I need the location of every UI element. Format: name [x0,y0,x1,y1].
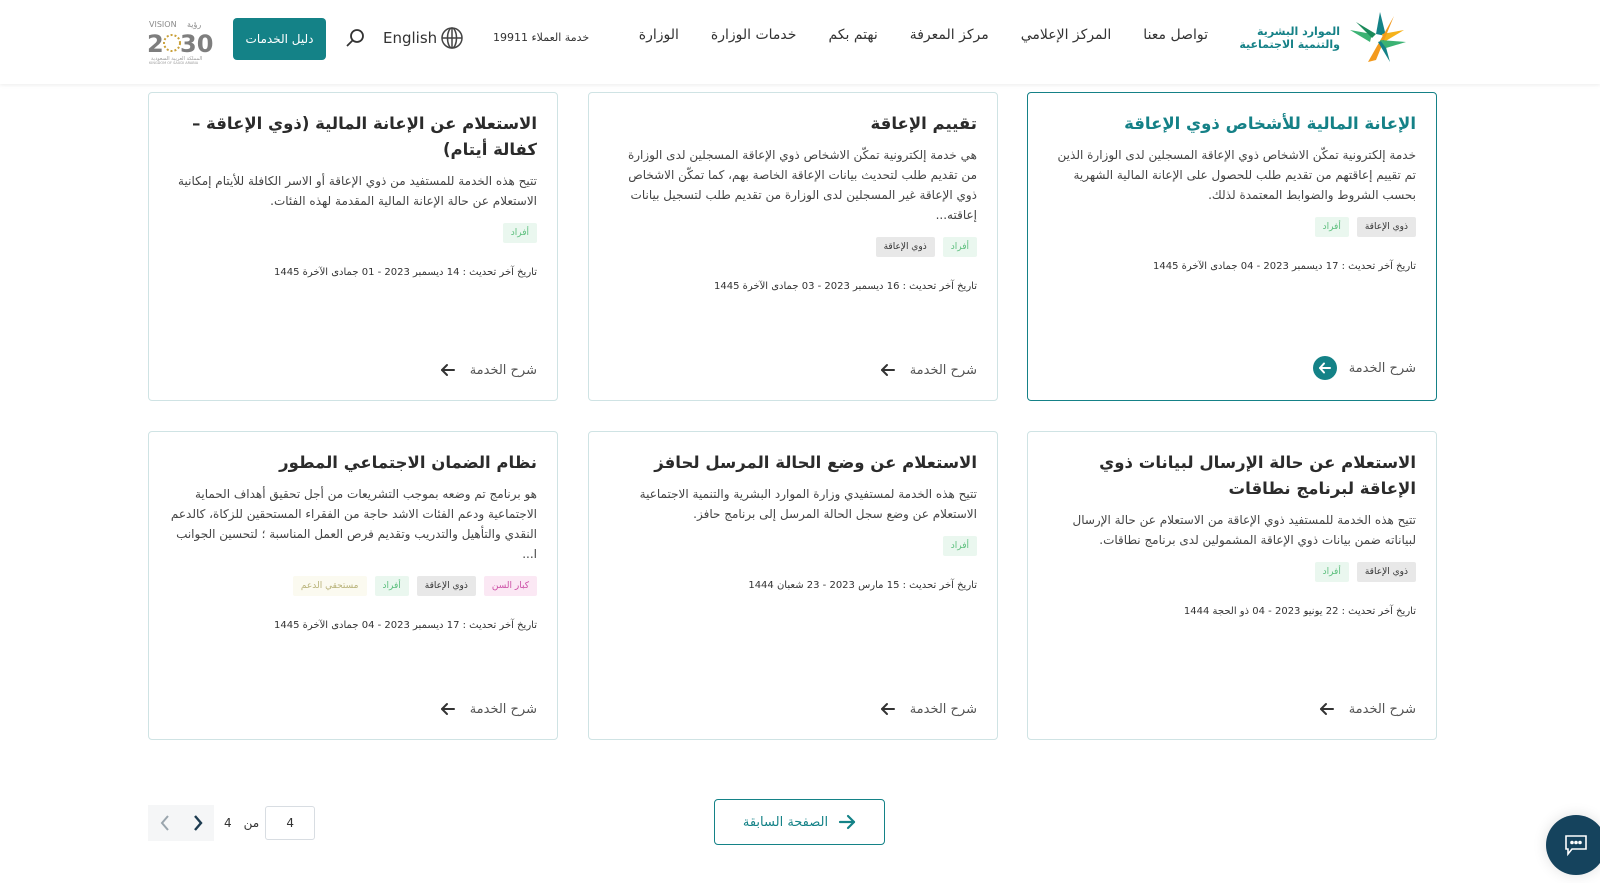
site-header: الموارد البشرية والتنمية الاجتماعية الوز… [0,0,1600,84]
service-title[interactable]: الاستعلام عن وضع الحالة المرسل لحافز [609,450,977,476]
service-title[interactable]: نظام الضمان الاجتماعي المطور [169,450,537,476]
nav-item-media-center[interactable]: المركز الإعلامي [1021,27,1112,43]
last-updated-date: تاريخ آخر تحديث : 14 ديسمبر 2023 - 01 جم… [274,267,537,278]
service-card[interactable]: تقييم الإعاقة هي خدمة إلكترونية تمكّن ال… [588,92,998,401]
category-tag: أفراد [1314,562,1349,582]
category-tag: أفراد [942,536,977,556]
service-title[interactable]: الاستعلام عن الإعانة المالية (ذوي الإعاق… [169,111,537,163]
service-title[interactable]: تقييم الإعاقة [609,111,977,137]
service-title[interactable]: الإعانة المالية للأشخاص ذوي الإعاقة [1048,111,1416,137]
service-card[interactable]: الاستعلام عن الإعانة المالية (ذوي الإعاق… [148,92,558,401]
last-updated-date: تاريخ آخر تحديث : 22 يونيو 2023 - 04 ذو … [1183,606,1416,617]
service-card[interactable]: الاستعلام عن وضع الحالة المرسل لحافز تتي… [588,431,998,740]
of-label: من [243,816,260,830]
nav-item-ministry[interactable]: الوزارة [639,27,679,43]
last-updated-date: تاريخ آخر تحديث : 15 مارس 2023 - 23 شعبا… [748,580,977,591]
pager-forward-button[interactable] [181,805,214,841]
svg-text:30: 30 [180,30,213,58]
last-updated-date: تاريخ آخر تحديث : 17 ديسمبر 2023 - 04 جم… [274,620,537,631]
svg-text:رؤية: رؤية [187,20,201,29]
nav-item-contact-us[interactable]: تواصل معنا [1143,27,1208,43]
arrow-left-icon [878,699,898,719]
service-details-link[interactable]: شرح الخدمة [438,699,537,719]
service-details-link[interactable]: شرح الخدمة [1317,699,1416,719]
services-guide-button[interactable]: دليل الخدمات [233,18,326,60]
service-description: تتيح هذه الخدمة للمستفيد ذوي الإعاقة من … [1072,513,1416,547]
service-details-label: شرح الخدمة [909,362,977,378]
service-details-link[interactable]: شرح الخدمة [878,699,977,719]
service-title[interactable]: الاستعلام عن حالة الإرسال لبيانات ذوي ال… [1048,450,1416,502]
pager-back-button[interactable] [148,805,181,841]
page-number-input[interactable] [265,806,316,840]
arrow-left-icon [878,360,898,380]
service-details-label: شرح الخدمة [1348,701,1416,717]
logo-line-1: الموارد البشرية [1257,25,1340,38]
service-card[interactable]: الإعانة المالية للأشخاص ذوي الإعاقة خدمة… [1027,92,1437,401]
tag-list: أفراد [169,223,537,243]
service-details-link[interactable]: شرح الخدمة [1312,356,1416,380]
globe-icon [441,27,463,49]
ministry-star-icon [1350,12,1406,62]
category-tag: أفراد [502,223,537,243]
main-nav: الوزارة خدمات الوزارة نهتم بكم مركز المع… [639,27,1208,43]
chat-button[interactable] [1546,815,1600,875]
ministry-logo[interactable]: الموارد البشرية والتنمية الاجتماعية [1239,12,1408,64]
category-tag: ذوي الإعاقة [1356,562,1416,582]
pagination: 4 من [148,805,316,841]
service-details-label: شرح الخدمة [469,701,537,717]
category-tag: ذوي الإعاقة [875,237,935,257]
service-description: هي خدمة إلكترونية تمكّن الاشخاص ذوي الإع… [627,148,977,222]
service-details-label: شرح الخدمة [909,701,977,717]
category-tag: أفراد [374,576,409,596]
total-pages: 4 [224,816,232,830]
customer-service-number[interactable]: خدمة العملاء 19911 [493,31,589,44]
search-icon[interactable] [345,28,365,52]
category-tag: كبار السن [483,576,537,596]
category-tag: ذوي الإعاقة [416,576,476,596]
chat-bubble-icon [1565,835,1587,857]
service-details-label: شرح الخدمة [469,362,537,378]
previous-page-button[interactable]: الصفحة السابقة [714,799,885,845]
vision-2030-logo: VISION رؤية 2 30 المملكة العربية السعودي… [147,18,213,65]
svg-text:2: 2 [147,30,164,58]
service-details-label: شرح الخدمة [1348,360,1416,376]
service-description: تتيح هذه الخدمة لمستفيدي وزارة الموارد ا… [639,487,977,521]
service-description: خدمة إلكترونية تمكّن الاشخاص ذوي الإعاقة… [1057,148,1416,202]
arrow-left-icon [438,360,458,380]
category-tag: أفراد [942,237,977,257]
logo-line-2: والتنمية الاجتماعية [1239,38,1340,51]
tag-list: كبار السن ذوي الإعاقة أفراد مستحقي الدعم [169,576,537,596]
service-details-link[interactable]: شرح الخدمة [878,360,977,380]
nav-item-knowledge-center[interactable]: مركز المعرفة [910,27,989,43]
previous-page-label: الصفحة السابقة [742,814,829,830]
svg-text:VISION: VISION [149,20,177,29]
category-tag: مستحقي الدعم [292,576,367,596]
arrow-left-icon [438,699,458,719]
arrow-right-icon [839,814,856,830]
svg-text:KINGDOM OF SAUDI ARABIA: KINGDOM OF SAUDI ARABIA [149,61,199,64]
chevron-left-icon [160,815,169,831]
language-label: English [383,29,438,47]
last-updated-date: تاريخ آخر تحديث : 17 ديسمبر 2023 - 04 جم… [1153,261,1416,272]
tag-list: ذوي الإعاقة أفراد [1048,562,1416,582]
last-updated-date: تاريخ آخر تحديث : 16 ديسمبر 2023 - 03 جم… [714,281,977,292]
service-description: هو برنامج تم وضعه بموجب التشريعات من أجل… [170,487,537,561]
nav-item-ministry-services[interactable]: خدمات الوزارة [711,27,797,43]
tag-list: أفراد [609,536,977,556]
service-description: تتيح هذه الخدمة للمستفيد من ذوي الإعاقة … [178,174,537,208]
service-details-link[interactable]: شرح الخدمة [438,360,537,380]
tag-list: ذوي الإعاقة أفراد [1048,217,1416,237]
category-tag: ذوي الإعاقة [1356,217,1416,237]
language-switch[interactable]: English [383,26,464,50]
arrow-left-icon [1317,699,1337,719]
service-card[interactable]: الاستعلام عن حالة الإرسال لبيانات ذوي ال… [1027,431,1437,740]
service-card[interactable]: نظام الضمان الاجتماعي المطور هو برنامج ت… [148,431,558,740]
chevron-right-icon [193,815,203,831]
arrow-left-icon [1312,356,1337,380]
category-tag: أفراد [1314,217,1349,237]
tag-list: أفراد ذوي الإعاقة [609,237,977,257]
nav-item-we-care[interactable]: نهتم بكم [828,27,877,43]
